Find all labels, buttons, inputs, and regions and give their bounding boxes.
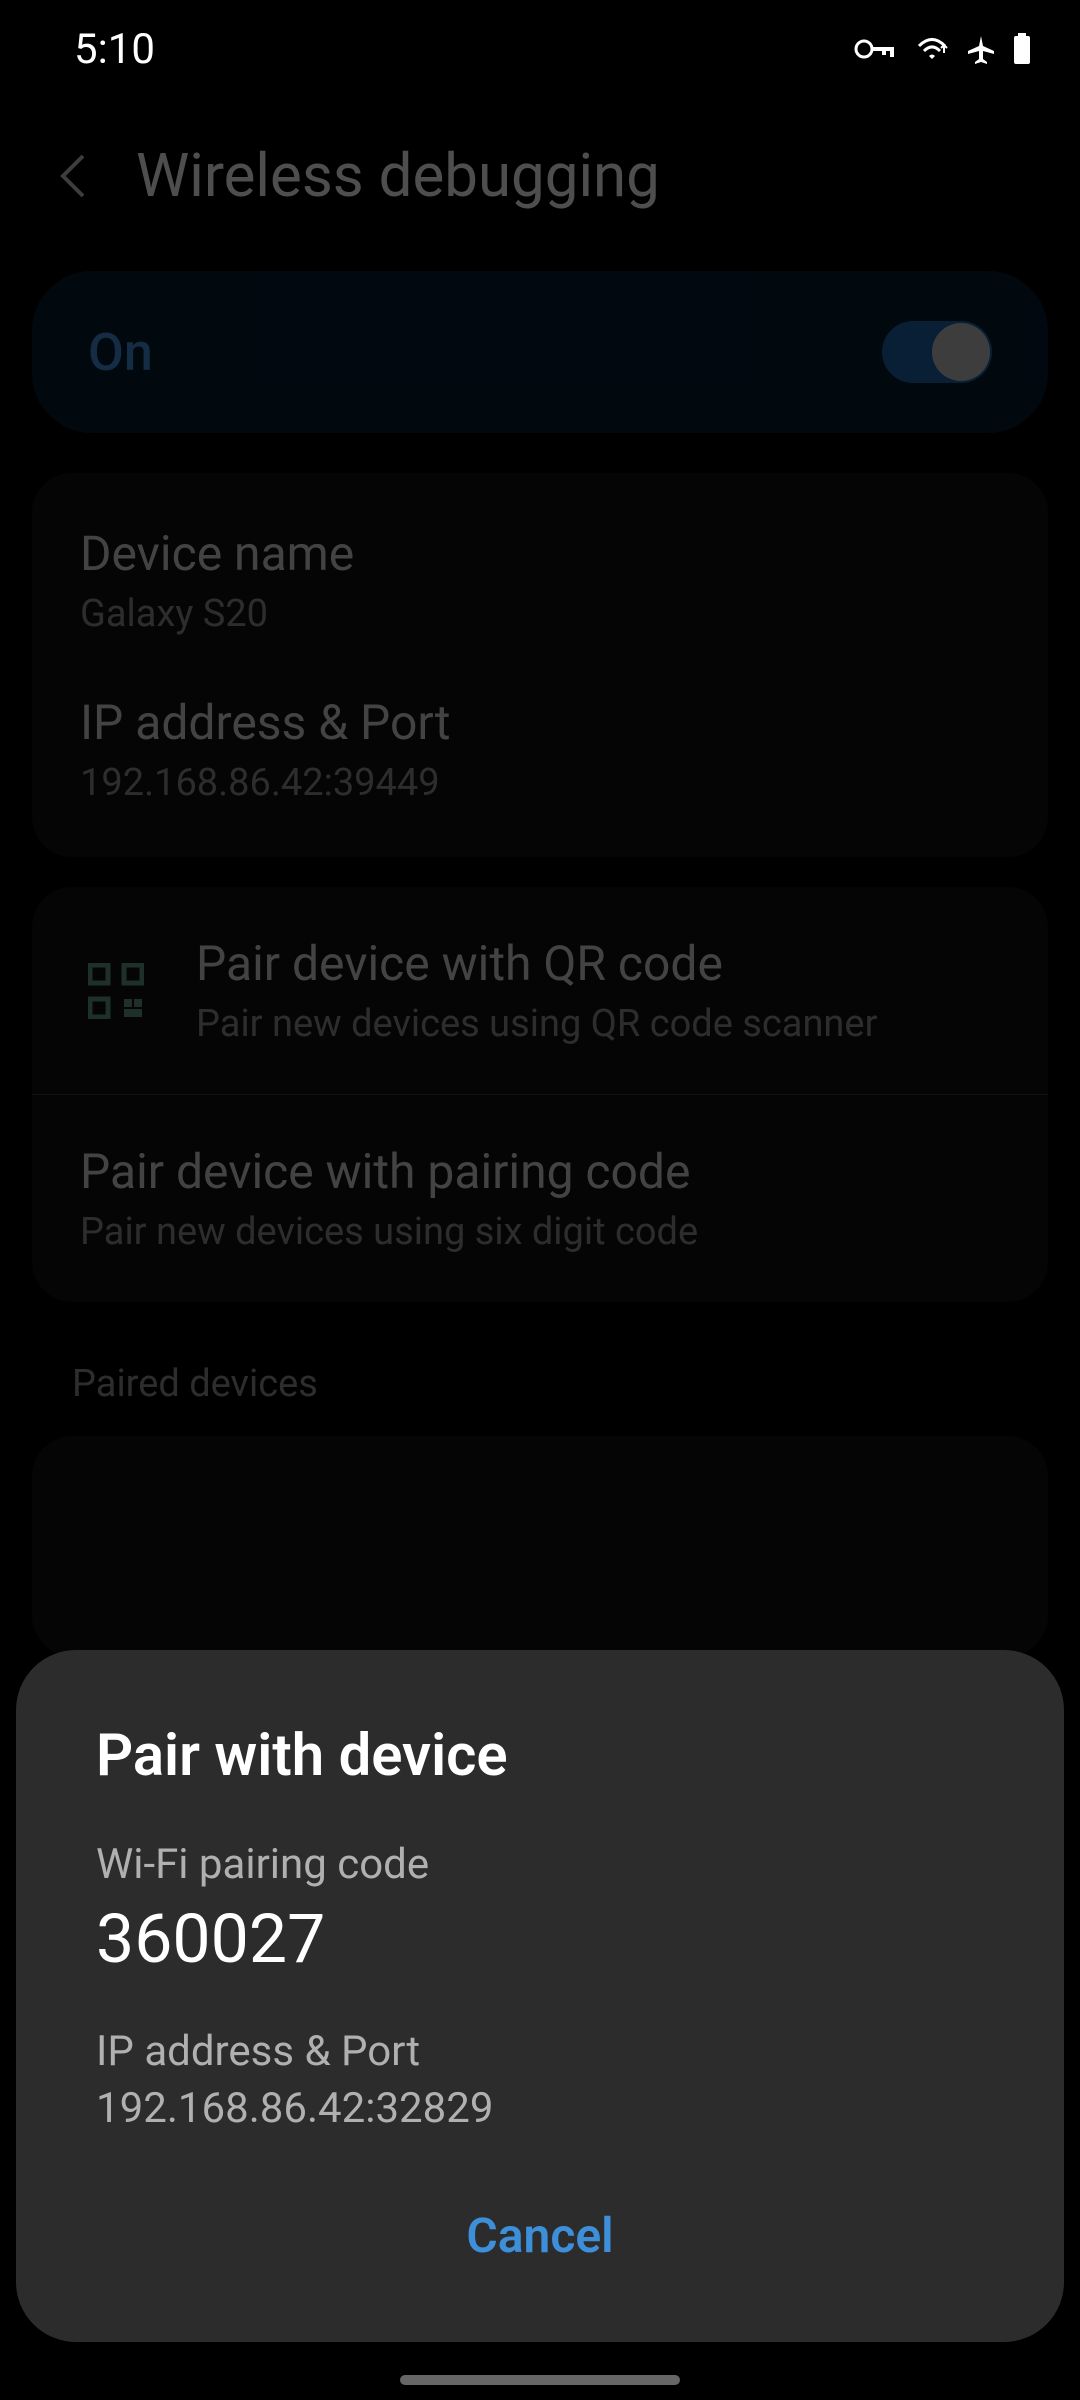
dialog-wifi-code-value: 360027 — [96, 1899, 984, 1979]
dialog-ip-value: 192.168.86.42:32829 — [96, 2084, 984, 2133]
cancel-button[interactable]: Cancel — [96, 2189, 984, 2282]
dialog-wifi-code-label: Wi-Fi pairing code — [96, 1840, 984, 1889]
nav-gesture-pill[interactable] — [400, 2375, 680, 2385]
dialog-title: Pair with device — [96, 1722, 984, 1790]
dialog-ip-label: IP address & Port — [96, 2027, 984, 2076]
pair-dialog: Pair with device Wi-Fi pairing code 3600… — [16, 1650, 1064, 2342]
dialog-overlay: Pair with device Wi-Fi pairing code 3600… — [0, 0, 1080, 2400]
navigation-bar — [0, 2360, 1080, 2400]
